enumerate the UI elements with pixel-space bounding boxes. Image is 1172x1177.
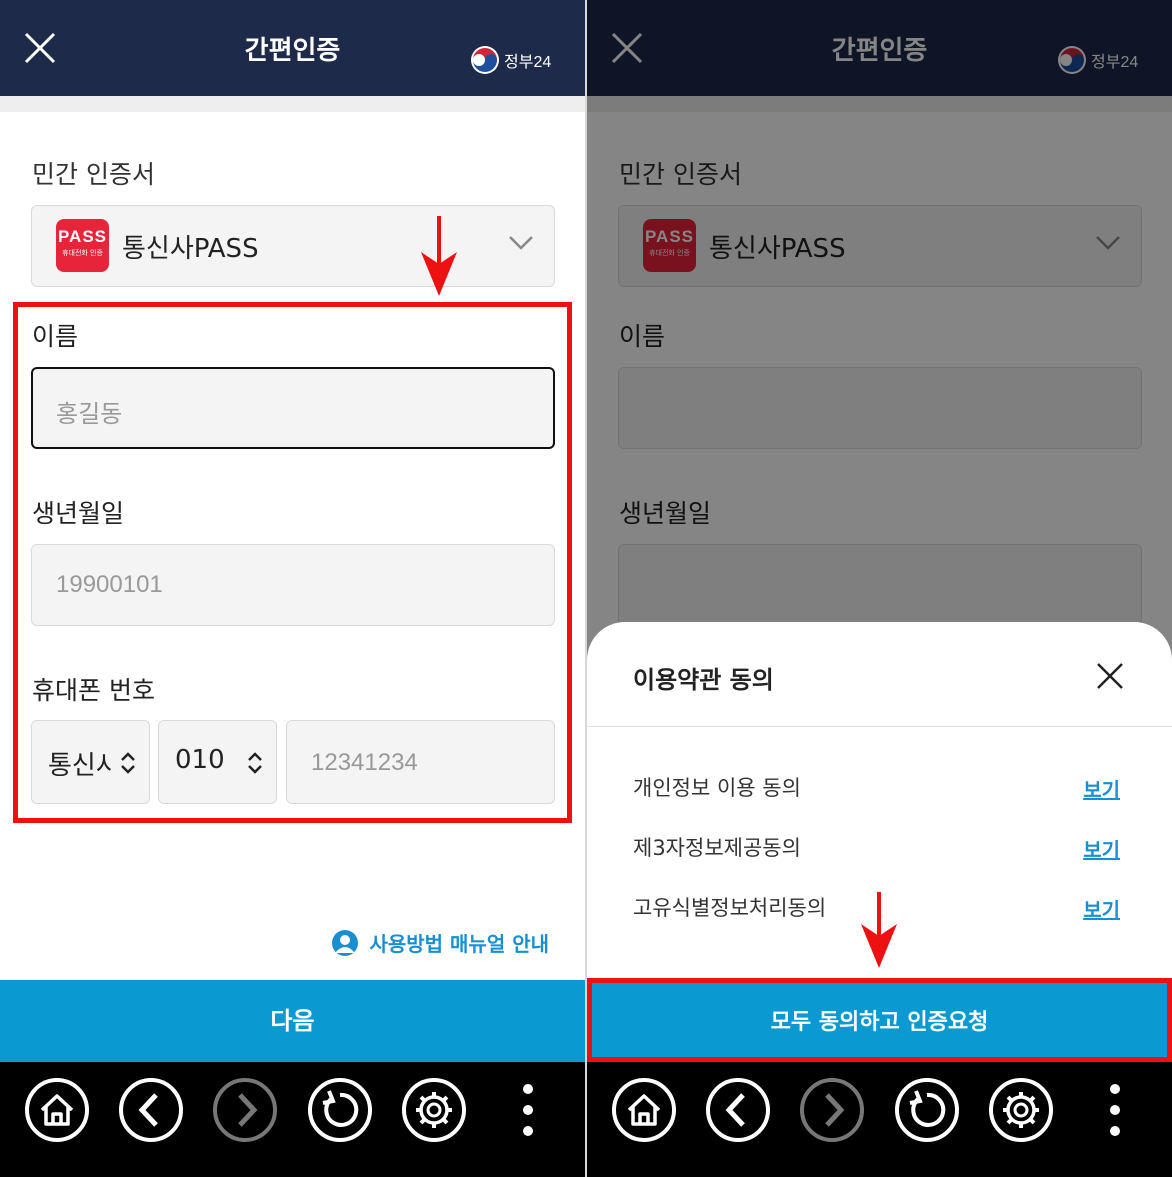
red-arrow-icon	[421, 216, 457, 296]
user-icon	[332, 929, 359, 956]
close-icon[interactable]	[1096, 662, 1124, 690]
right-screen: 간편인증 정부24 민간 인증서 PASS 휴대전화 인증 통신사PASS 이름…	[587, 0, 1172, 1177]
chevron-down-icon	[509, 236, 533, 250]
more-icon[interactable]	[510, 1077, 546, 1143]
pass-logo: PASS 휴대전화 인증	[56, 219, 109, 272]
browser-navbar	[587, 1062, 1172, 1177]
header-band	[0, 96, 585, 112]
more-icon[interactable]	[1097, 1077, 1133, 1143]
gov24-label: 정부24	[504, 54, 552, 71]
term-item-label: 고유식별정보처리동의	[633, 896, 827, 920]
manual-link-label: 사용방법 매뉴얼 안내	[369, 932, 549, 956]
cert-section-label: 민간 인증서	[32, 160, 155, 189]
term-view-link[interactable]: 보기	[1083, 774, 1120, 803]
highlight-box	[13, 302, 572, 823]
red-arrow-icon	[861, 892, 897, 968]
refresh-icon[interactable]	[307, 1077, 373, 1143]
home-icon[interactable]	[611, 1077, 677, 1143]
left-screen: 간편인증 정부24 민간 인증서 PASS 휴대전화 인증 통신사PASS 이름…	[0, 0, 585, 1177]
forward-icon[interactable]	[212, 1077, 278, 1143]
app-header: 간편인증 정부24	[0, 0, 585, 96]
term-item-label: 개인정보 이용 동의	[633, 776, 801, 800]
settings-icon[interactable]	[988, 1077, 1054, 1143]
taegeuk-icon	[471, 46, 499, 74]
term-item-label: 제3자정보제공동의	[633, 836, 801, 860]
home-icon[interactable]	[24, 1077, 90, 1143]
gov24-logo: 정부24	[470, 44, 551, 76]
cert-provider-select[interactable]: PASS 휴대전화 인증 통신사PASS	[31, 205, 555, 287]
refresh-icon[interactable]	[894, 1077, 960, 1143]
next-button[interactable]: 다음	[0, 980, 585, 1062]
provider-name: 통신사PASS	[122, 234, 259, 264]
browser-navbar	[0, 1062, 585, 1177]
forward-icon[interactable]	[799, 1077, 865, 1143]
back-icon[interactable]	[705, 1077, 771, 1143]
terms-title: 이용약관 동의	[633, 666, 774, 694]
agree-all-button[interactable]: 모두 동의하고 인증요청	[587, 978, 1172, 1062]
term-view-link[interactable]: 보기	[1083, 834, 1120, 863]
term-view-link[interactable]: 보기	[1083, 894, 1120, 923]
divider	[587, 726, 1172, 727]
manual-link[interactable]: 사용방법 매뉴얼 안내	[329, 928, 549, 957]
back-icon[interactable]	[118, 1077, 184, 1143]
settings-icon[interactable]	[401, 1077, 467, 1143]
terms-bottom-sheet: 이용약관 동의 개인정보 이용 동의 보기 제3자정보제공동의 보기 고유식별정…	[587, 622, 1172, 1062]
